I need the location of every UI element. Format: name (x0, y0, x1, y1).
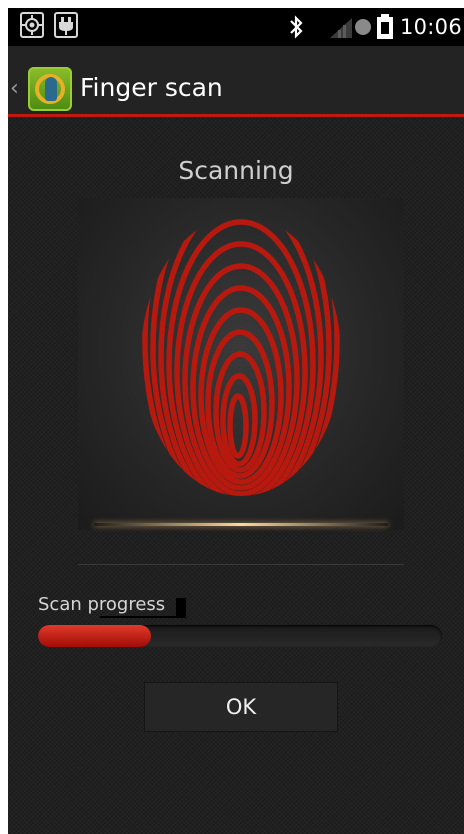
status-bar: 10:06 (8, 8, 464, 46)
scan-progress-label: Scan progress (38, 594, 166, 615)
scan-progress-bar (38, 625, 442, 647)
bluetooth-icon (290, 15, 303, 39)
header-accent-divider (8, 114, 464, 117)
ok-button[interactable]: OK (144, 682, 338, 732)
screen: 10:06 ‹ Finger scan Scanning Scan progre… (8, 8, 464, 834)
scan-progress-fill (38, 625, 152, 647)
fingerprint-panel (78, 198, 404, 530)
usb-icon (54, 12, 78, 38)
scan-status-text: Scanning (178, 156, 294, 185)
action-bar: ‹ Finger scan (8, 46, 464, 118)
battery-icon (377, 14, 393, 39)
fingerprint-icon (142, 216, 340, 496)
text-underline (100, 616, 176, 618)
page-title: Finger scan (80, 73, 223, 102)
chevron-left-icon[interactable]: ‹ (10, 76, 19, 101)
text-cursor (176, 598, 186, 618)
gps-icon (20, 12, 44, 38)
signal-icon (330, 18, 352, 38)
scan-line (94, 523, 388, 526)
divider (78, 564, 404, 565)
clock-time: 10:06 (399, 15, 462, 39)
app-logo-icon[interactable] (28, 67, 72, 111)
record-icon (355, 19, 371, 35)
